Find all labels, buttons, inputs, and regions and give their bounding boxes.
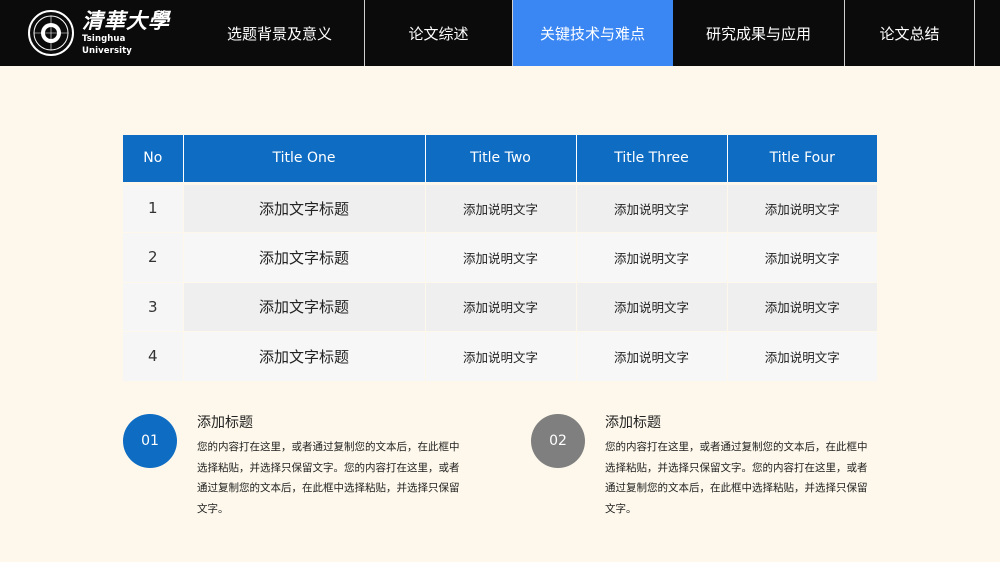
row-cell: 添加说明文字: [727, 232, 877, 283]
row-cell: 添加说明文字: [425, 232, 577, 283]
number-badge: 02: [531, 414, 585, 468]
row-cell: 添加说明文字: [576, 183, 728, 233]
row-cell: 添加说明文字: [727, 183, 877, 233]
row-cell: 添加说明文字: [425, 331, 577, 382]
nav-item-background[interactable]: 选题背景及意义: [195, 0, 365, 66]
row-number: 2: [123, 232, 184, 283]
block-text: 您的内容打在这里，或者通过复制您的文本后，在此框中选择粘贴，并选择只保留文字。您…: [197, 441, 460, 515]
university-seal-icon: [28, 10, 74, 56]
logo-english-name: Tsinghua University: [82, 34, 132, 56]
row-title: 添加文字标题: [183, 232, 426, 283]
table-row: 2 添加文字标题 添加说明文字 添加说明文字 添加说明文字: [123, 232, 877, 283]
logo-wordmark: 清華大學 Tsinghua University: [82, 9, 178, 57]
row-cell: 添加说明文字: [576, 282, 728, 332]
header-title-three: Title Three: [576, 135, 728, 185]
row-title: 添加文字标题: [183, 282, 426, 332]
table-row: 1 添加文字标题 添加说明文字 添加说明文字 添加说明文字: [123, 183, 877, 233]
logo-chinese-name: 清華大學: [82, 8, 170, 33]
row-title: 添加文字标题: [183, 183, 426, 233]
table-header-row: No Title One Title Two Title Three Title…: [123, 135, 877, 185]
row-title: 添加文字标题: [183, 331, 426, 382]
block-text: 您的内容打在这里，或者通过复制您的文本后，在此框中选择粘贴，并选择只保留文字。您…: [605, 441, 868, 515]
table-row: 3 添加文字标题 添加说明文字 添加说明文字 添加说明文字: [123, 282, 877, 332]
row-number: 3: [123, 282, 184, 332]
nav-item-summary[interactable]: 论文总结: [845, 0, 975, 66]
table-row: 4 添加文字标题 添加说明文字 添加说明文字 添加说明文字: [123, 331, 877, 382]
row-cell: 添加说明文字: [727, 282, 877, 332]
number-badge: 01: [123, 414, 177, 468]
block-title: 添加标题: [605, 415, 661, 431]
data-table: No Title One Title Two Title Three Title…: [123, 135, 877, 382]
header-title-two: Title Two: [425, 135, 577, 185]
row-cell: 添加说明文字: [576, 331, 728, 382]
header-title-one: Title One: [183, 135, 426, 185]
university-logo[interactable]: 清華大學 Tsinghua University: [28, 9, 178, 57]
top-navigation-bar: 清華大學 Tsinghua University 选题背景及意义 论文综述 关键…: [0, 0, 1000, 66]
block-title: 添加标题: [197, 415, 253, 431]
nav-item-review[interactable]: 论文综述: [365, 0, 513, 66]
row-cell: 添加说明文字: [576, 232, 728, 283]
row-cell: 添加说明文字: [425, 183, 577, 233]
row-cell: 添加说明文字: [727, 331, 877, 382]
header-no: No: [123, 135, 184, 185]
nav-item-results[interactable]: 研究成果与应用: [673, 0, 845, 66]
nav-item-key-tech[interactable]: 关键技术与难点: [513, 0, 673, 66]
main-nav: 选题背景及意义 论文综述 关键技术与难点 研究成果与应用 论文总结: [195, 0, 975, 66]
row-number: 4: [123, 331, 184, 382]
header-title-four: Title Four: [727, 135, 877, 185]
row-number: 1: [123, 183, 184, 233]
row-cell: 添加说明文字: [425, 282, 577, 332]
